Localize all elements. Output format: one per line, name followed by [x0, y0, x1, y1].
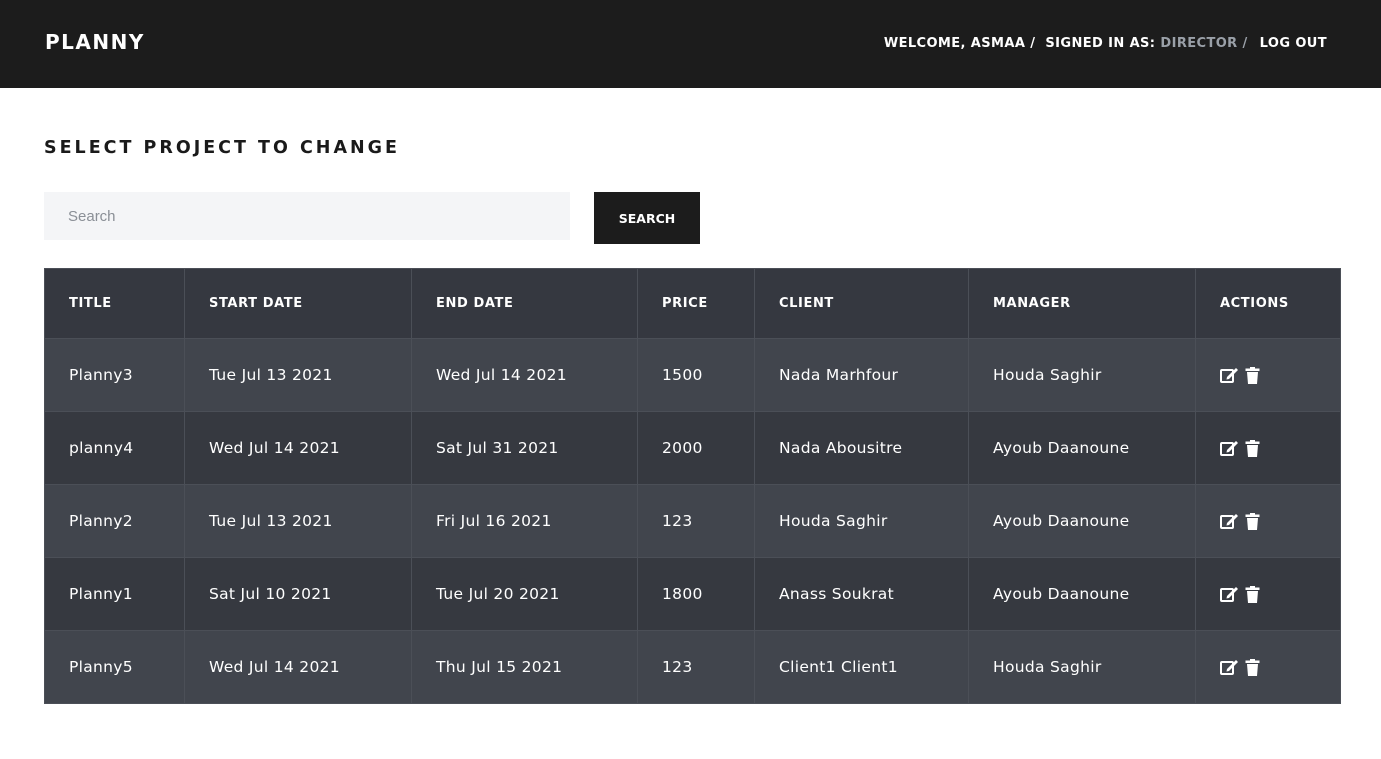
cell-manager: Ayoub Daanoune — [968, 411, 1196, 485]
top-navbar: PLANNY WELCOME, ASMAA / SIGNED IN AS: DI… — [0, 0, 1381, 88]
edit-icon[interactable] — [1220, 513, 1239, 530]
cell-actions — [1195, 630, 1341, 704]
column-header-start-date: START DATE — [184, 268, 412, 339]
cell-client: Nada Marhfour — [754, 338, 969, 412]
trash-icon[interactable] — [1245, 513, 1260, 530]
column-header-manager: MANAGER — [968, 268, 1196, 339]
cell-start-date: Tue Jul 13 2021 — [184, 484, 412, 558]
table-row[interactable]: Planny2 Tue Jul 13 2021 Fri Jul 16 2021 123… — [44, 484, 1341, 558]
cell-title: planny4 — [44, 411, 185, 485]
table-header-row: TITLE START DATE END DATE PRICE CLIENT M… — [44, 268, 1341, 339]
column-header-end-date: END DATE — [411, 268, 638, 339]
trash-icon[interactable] — [1245, 586, 1260, 603]
cell-start-date: Tue Jul 13 2021 — [184, 338, 412, 412]
cell-client: Client1 Client1 — [754, 630, 969, 704]
search-input[interactable] — [44, 192, 570, 240]
cell-manager: Ayoub Daanoune — [968, 557, 1196, 631]
signed-in-label: SIGNED IN AS: — [1045, 36, 1156, 51]
cell-client: Houda Saghir — [754, 484, 969, 558]
cell-title: Planny2 — [44, 484, 185, 558]
cell-price: 123 — [637, 630, 755, 704]
cell-end-date: Sat Jul 31 2021 — [411, 411, 638, 485]
table-row[interactable]: Planny5 Wed Jul 14 2021 Thu Jul 15 2021 123… — [44, 630, 1341, 704]
trash-icon[interactable] — [1245, 659, 1260, 676]
cell-end-date: Fri Jul 16 2021 — [411, 484, 638, 558]
app-logo[interactable]: PLANNY — [45, 30, 145, 54]
cell-price: 123 — [637, 484, 755, 558]
table-row[interactable]: Planny3 Tue Jul 13 2021 Wed Jul 14 2021 150… — [44, 338, 1341, 412]
column-header-price: PRICE — [637, 268, 755, 339]
cell-price: 1500 — [637, 338, 755, 412]
logout-link[interactable]: LOG OUT — [1260, 36, 1327, 51]
cell-actions — [1195, 338, 1341, 412]
projects-table: TITLE START DATE END DATE PRICE CLIENT M… — [44, 268, 1341, 704]
cell-client: Anass Soukrat — [754, 557, 969, 631]
cell-price: 2000 — [637, 411, 755, 485]
cell-manager: Ayoub Daanoune — [968, 484, 1196, 558]
cell-title: Planny1 — [44, 557, 185, 631]
table-row[interactable]: planny4 Wed Jul 14 2021 Sat Jul 31 2021 200… — [44, 411, 1341, 485]
search-button[interactable]: SEARCH — [594, 192, 700, 244]
cell-start-date: Wed Jul 14 2021 — [184, 411, 412, 485]
cell-actions — [1195, 484, 1341, 558]
edit-icon[interactable] — [1220, 440, 1239, 457]
column-header-actions: ACTIONS — [1195, 268, 1341, 339]
cell-price: 1800 — [637, 557, 755, 631]
edit-icon[interactable] — [1220, 659, 1239, 676]
cell-actions — [1195, 557, 1341, 631]
user-nav: WELCOME, ASMAA / SIGNED IN AS: DIRECTOR … — [884, 36, 1327, 51]
cell-actions — [1195, 411, 1341, 485]
cell-title: Planny5 — [44, 630, 185, 704]
column-header-client: CLIENT — [754, 268, 969, 339]
cell-client: Nada Abousitre — [754, 411, 969, 485]
cell-end-date: Wed Jul 14 2021 — [411, 338, 638, 412]
welcome-text: WELCOME, ASMAA / — [883, 36, 1036, 51]
user-role: DIRECTOR / — [1160, 36, 1248, 51]
edit-icon[interactable] — [1220, 586, 1239, 603]
cell-manager: Houda Saghir — [968, 630, 1196, 704]
cell-end-date: Thu Jul 15 2021 — [411, 630, 638, 704]
cell-end-date: Tue Jul 20 2021 — [411, 557, 638, 631]
trash-icon[interactable] — [1245, 440, 1260, 457]
page-title: SELECT PROJECT TO CHANGE — [44, 138, 400, 158]
column-header-title: TITLE — [44, 268, 185, 339]
cell-start-date: Sat Jul 10 2021 — [184, 557, 412, 631]
cell-start-date: Wed Jul 14 2021 — [184, 630, 412, 704]
table-row[interactable]: Planny1 Sat Jul 10 2021 Tue Jul 20 2021 180… — [44, 557, 1341, 631]
trash-icon[interactable] — [1245, 367, 1260, 384]
cell-manager: Houda Saghir — [968, 338, 1196, 412]
edit-icon[interactable] — [1220, 367, 1239, 384]
cell-title: Planny3 — [44, 338, 185, 412]
